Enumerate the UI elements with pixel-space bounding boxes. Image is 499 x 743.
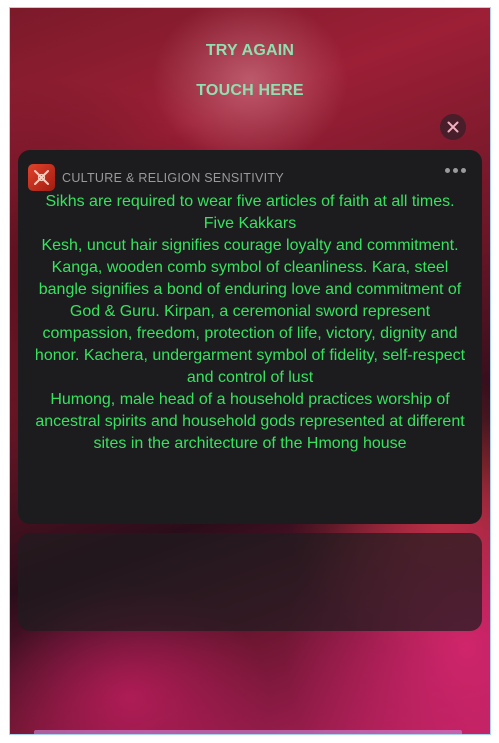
notification-body: Sikhs are required to wear five articles… (32, 191, 468, 455)
touch-here-label[interactable]: TOUCH HERE (10, 82, 490, 100)
close-button[interactable] (440, 114, 466, 140)
body-paragraph-hmong: Humong, male head of a household practic… (35, 391, 465, 452)
secondary-notification-card[interactable] (18, 533, 482, 631)
app-name: CULTURE & RELIGION SENSITIVITY (62, 170, 285, 185)
notification-header: CULTURE & RELIGION SENSITIVITY (28, 164, 284, 191)
body-paragraph-kakkars: Kesh, uncut hair signifies courage loyal… (34, 237, 466, 386)
more-options-icon[interactable] (445, 168, 466, 173)
lock-screen: TRY AGAIN TOUCH HERE CULTURE & RELIGION … (9, 7, 491, 735)
body-paragraph-sikhs: Sikhs are required to wear five articles… (45, 193, 455, 232)
close-icon (447, 121, 459, 133)
notification-card[interactable]: CULTURE & RELIGION SENSITIVITY Sikhs are… (18, 150, 482, 524)
culture-app-icon (28, 164, 55, 191)
try-again-label[interactable]: TRY AGAIN (10, 42, 490, 60)
crossed-swords-icon (34, 170, 49, 185)
home-indicator[interactable] (34, 730, 462, 734)
